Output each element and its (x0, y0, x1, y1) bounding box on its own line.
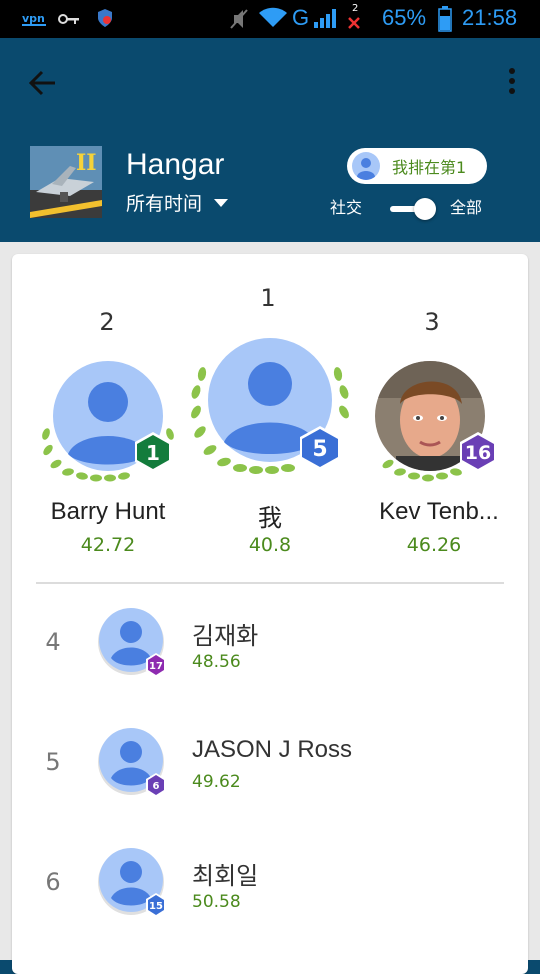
clock: 21:58 (462, 5, 518, 30)
podium-player-2[interactable]: 1 (38, 358, 178, 498)
level-badge-text: 16 (465, 442, 491, 464)
my-rank-chip[interactable]: 我排在第1 (347, 148, 487, 184)
signal-type-label: G (292, 5, 310, 30)
mute-icon (230, 9, 248, 29)
my-rank-label: 我排在第1 (392, 158, 467, 177)
list-item[interactable]: 5 6 JASON J Ross 49.62 (12, 716, 528, 826)
podium-player-3[interactable]: 16 (374, 358, 514, 498)
status-bar: vpn G 2 65% 21:58 (0, 0, 540, 38)
player-score: 49.62 (192, 772, 241, 792)
battery-percent: 65% (382, 5, 427, 30)
list-rank: 6 (45, 868, 61, 896)
avatar (352, 152, 380, 180)
podium-player-1[interactable]: 5 (188, 334, 352, 498)
scope-switch[interactable] (388, 198, 438, 222)
list-item[interactable]: 4 17 김재화 48.56 (12, 596, 528, 706)
level-badge-text: 5 (312, 437, 327, 462)
all-label: 全部 (450, 198, 483, 217)
podium-name-1: 我 (258, 505, 282, 532)
battery-icon (438, 6, 452, 32)
time-filter-dropdown[interactable]: 所有时间 (126, 189, 229, 216)
player-score: 50.58 (192, 892, 241, 912)
player-name: 김재화 (192, 623, 259, 650)
level-badge-text: 1 (146, 441, 160, 465)
list-rank: 5 (45, 748, 61, 776)
level-badge-text: 17 (149, 661, 163, 672)
podium-score-3: 46.26 (406, 534, 462, 556)
podium-name-3: Kev Tenb... (379, 498, 499, 525)
level-badge-text: 6 (153, 781, 160, 792)
no-data-icon (348, 17, 360, 29)
social-label: 社交 (330, 198, 363, 217)
avatar: 15 (98, 848, 166, 917)
dropdown-caret-icon (214, 198, 229, 207)
podium-score-2: 42.72 (80, 534, 136, 556)
player-name: 최회일 (192, 863, 259, 890)
podium-name-2: Barry Hunt (50, 498, 166, 525)
level-badge-text: 15 (149, 901, 163, 912)
podium-rank-2: 2 (99, 308, 115, 336)
divider (36, 582, 504, 584)
vpn-icon: vpn (22, 12, 46, 26)
back-arrow-icon[interactable] (26, 66, 60, 100)
more-vert-icon[interactable] (500, 62, 524, 100)
game-thumbnail: II (30, 146, 102, 218)
list-rank: 4 (45, 628, 61, 656)
signal-icon (314, 9, 336, 28)
podium-score-1: 40.8 (248, 534, 292, 556)
app-bar: II Hangar 所有时间 我排在第1 社交 全部 (0, 38, 540, 242)
podium-rank-3: 3 (424, 308, 440, 336)
thumb-badge: II (76, 150, 97, 176)
switch-thumb (414, 198, 436, 220)
player-score: 48.56 (192, 652, 241, 672)
notify-count: 2 (352, 3, 359, 14)
avatar: 17 (98, 608, 166, 677)
podium-rank-1: 1 (260, 284, 276, 312)
leaderboard-content: 2 1 Barry Hunt 42.72 1 5 我 40.8 3 16 Kev… (0, 242, 540, 974)
shield-icon (98, 9, 112, 27)
time-filter-label: 所有时间 (126, 193, 203, 215)
leaderboard-card: 2 1 Barry Hunt 42.72 1 5 我 40.8 3 16 Kev… (12, 254, 528, 974)
player-name: JASON J Ross (192, 736, 353, 763)
game-title: Hangar (126, 148, 225, 181)
scope-toggle-row: 社交 全部 (330, 194, 500, 224)
svg-text:vpn: vpn (22, 12, 45, 25)
avatar: 6 (98, 728, 166, 797)
wifi-icon (259, 7, 287, 27)
list-item[interactable]: 6 15 최회일 50.58 (12, 836, 528, 946)
key-icon (58, 14, 79, 24)
